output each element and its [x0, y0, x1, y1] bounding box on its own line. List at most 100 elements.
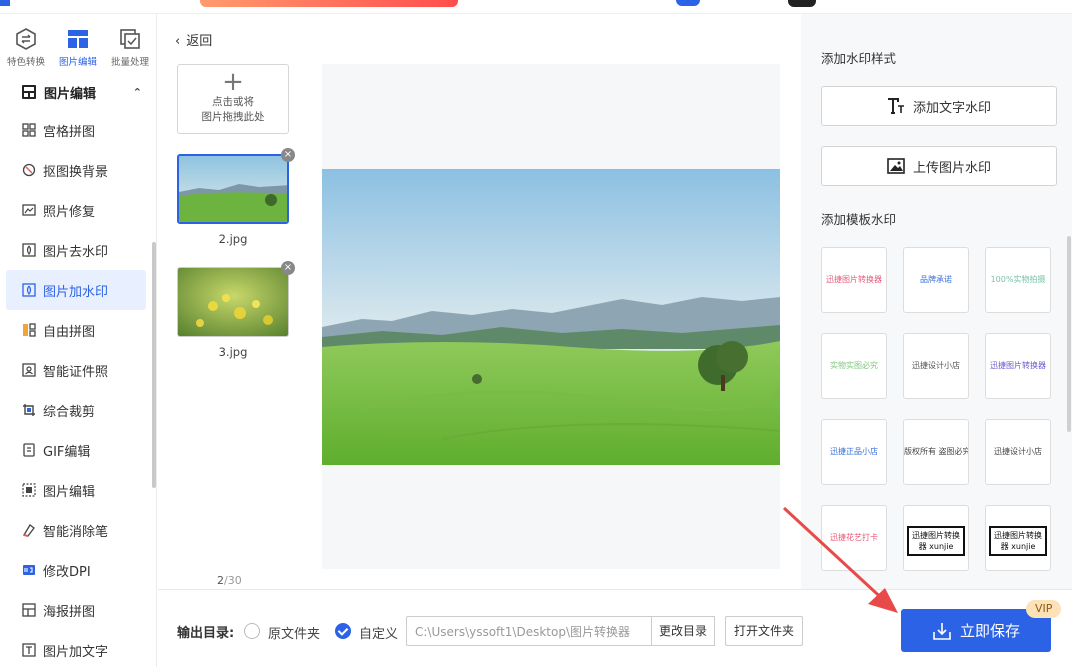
upload-image-watermark-label: 上传图片水印: [912, 160, 991, 176]
image-edit-section-icon: [22, 85, 36, 99]
template-watermark-text: 品牌承诺: [920, 275, 952, 284]
file-counter: 2/30: [217, 574, 242, 587]
section-image-edit[interactable]: 图片编辑 ⌃: [0, 74, 156, 110]
template-watermark-title: 添加模板水印: [821, 212, 897, 227]
template-watermark-tile[interactable]: 迅捷图片转换器 xunjie: [985, 505, 1051, 571]
tab-label: 批量处理: [110, 57, 149, 68]
template-watermark-tile[interactable]: 迅捷正品小店: [821, 419, 887, 485]
radio-original-folder[interactable]: [244, 623, 260, 639]
file-name: 2.jpg: [218, 232, 248, 246]
sidebar-item[interactable]: 图片加水印: [6, 270, 146, 310]
template-watermark-text: 版权所有 盗图必究: [904, 447, 968, 456]
sidebar-item[interactable]: 图片去水印: [6, 230, 146, 270]
app-logo: [0, 0, 10, 6]
image-edit-icon: [68, 30, 88, 48]
sidebar-item[interactable]: 照片修复: [6, 190, 146, 230]
crop-icon: [23, 404, 35, 416]
edit-icon: [22, 483, 36, 497]
top-header-strip: [0, 0, 1072, 14]
photo-icon: [22, 204, 36, 216]
dropzone-text-line1: 点击或将: [212, 96, 254, 108]
change-directory-button[interactable]: 更改目录: [652, 616, 715, 646]
header-icon-blue[interactable]: [676, 0, 700, 6]
tool-menu: 宫格拼图 抠图换背景照片修复图片去水印图片加水印自由拼图智能证件照综合裁剪 GIF编…: [0, 110, 156, 667]
template-watermark-text: 实物实图必究: [830, 361, 878, 370]
gif-icon: [23, 443, 35, 457]
thumbnail-image-flowers: [178, 268, 288, 336]
sidebar-item[interactable]: 抠图换背景: [6, 150, 146, 190]
sidebar-item[interactable]: 图片编辑: [6, 470, 146, 510]
file-thumbnail[interactable]: [177, 154, 289, 224]
sidebar-item-label: 图片去水印: [43, 244, 109, 260]
vip-badge: VIP: [1026, 600, 1062, 618]
sidebar-item[interactable]: 宫格拼图: [6, 110, 146, 150]
sidebar-item[interactable]: 智能证件照: [6, 350, 146, 390]
template-watermark-tile[interactable]: 100%实物拍摄: [985, 247, 1051, 313]
open-folder-button[interactable]: 打开文件夹: [725, 616, 803, 646]
header-icon-dark[interactable]: [788, 0, 816, 7]
radio-custom-folder[interactable]: [335, 623, 351, 639]
tab-batch[interactable]: 批量处理: [104, 14, 156, 74]
template-watermark-tile[interactable]: 迅捷图片转换器 xunjie: [903, 505, 969, 571]
eraser-icon: [22, 524, 35, 537]
right-panel-scrollbar[interactable]: [1067, 236, 1071, 432]
template-watermark-text: 100%实物拍摄: [990, 275, 1046, 284]
template-watermark-tile[interactable]: 迅捷设计小店: [903, 333, 969, 399]
upload-image-watermark-button[interactable]: 上传图片水印: [821, 146, 1057, 186]
sidebar-item[interactable]: 自由拼图: [6, 310, 146, 350]
sidebar-item-label: 海报拼图: [43, 604, 96, 620]
template-watermark-tile[interactable]: 版权所有 盗图必究: [903, 419, 969, 485]
counter-total: /30: [224, 574, 242, 587]
batch-icon: [120, 29, 140, 49]
poster-icon: [22, 603, 36, 617]
template-watermark-text: 迅捷图片转换器: [990, 361, 1046, 370]
sidebar-item[interactable]: 智能消除笔: [6, 510, 146, 550]
remove-file-icon[interactable]: ×: [281, 261, 295, 275]
template-watermark-tile[interactable]: 迅捷图片转换器: [821, 247, 887, 313]
template-watermark-tile[interactable]: 迅捷花艺打卡: [821, 505, 887, 571]
remove-file-icon[interactable]: ×: [281, 148, 295, 162]
template-watermark-tile[interactable]: 迅捷设计小店: [985, 419, 1051, 485]
template-watermark-tile[interactable]: 品牌承诺: [903, 247, 969, 313]
counter-current: 2: [217, 574, 224, 587]
preview-canvas[interactable]: [322, 64, 780, 569]
sidebar-item-label: 图片加水印: [43, 284, 109, 300]
template-watermark-tile[interactable]: 迅捷图片转换器: [985, 333, 1051, 399]
template-watermark-text: 迅捷图片转换器 xunjie: [907, 526, 965, 556]
sidebar-item-label: 智能证件照: [43, 364, 109, 380]
grid-icon: [22, 123, 36, 137]
text-icon: [22, 643, 36, 657]
plus-icon: +: [222, 67, 244, 97]
back-button[interactable]: ‹ 返回: [175, 30, 212, 49]
sidebar-item-label: 图片加文字: [43, 644, 109, 660]
remove-watermark-icon: [22, 243, 36, 257]
sidebar-item[interactable]: 修改DPI: [6, 550, 146, 590]
template-watermark-tile[interactable]: 实物实图必究: [821, 333, 887, 399]
image-icon: [887, 158, 905, 174]
tab-feature-convert[interactable]: 特色转换: [0, 14, 52, 74]
template-watermark-text: 迅捷正品小店: [830, 447, 878, 456]
sidebar-item[interactable]: 图片加文字: [6, 630, 146, 667]
template-watermark-text: 迅捷设计小店: [912, 361, 960, 370]
sidebar-item[interactable]: GIF编辑: [6, 430, 146, 470]
sidebar-item[interactable]: 综合裁剪: [6, 390, 146, 430]
add-text-watermark-button[interactable]: 添加文字水印: [821, 86, 1057, 126]
id-photo-icon: [22, 363, 36, 377]
tab-image-edit[interactable]: 图片编辑: [52, 14, 104, 74]
template-watermark-text: 迅捷设计小店: [994, 447, 1042, 456]
sidebar-item-label: 综合裁剪: [43, 404, 96, 420]
section-label: 图片编辑: [44, 86, 97, 102]
add-image-dropzone[interactable]: + 点击或将 图片拖拽此处: [177, 64, 289, 134]
category-tabs: 特色转换 图片编辑 批量处理: [0, 14, 156, 74]
file-thumbnail[interactable]: [177, 267, 289, 337]
promo-banner[interactable]: [200, 0, 458, 7]
watermark-panel: 添加水印样式 添加文字水印 上传图片水印 添加模板水印 迅捷图片转换器 品牌承诺 1…: [801, 14, 1072, 589]
watermark-style-title: 添加水印样式: [821, 51, 897, 66]
sidebar-item[interactable]: 海报拼图: [6, 590, 146, 630]
sidebar-scrollbar[interactable]: [152, 242, 156, 488]
output-path-input[interactable]: [406, 616, 652, 646]
left-sidebar: 特色转换 图片编辑 批量处理 图片编辑 ⌃ 宫格拼图 抠图换背景照片修复图片去水印…: [0, 14, 157, 667]
sidebar-item-label: 照片修复: [43, 204, 96, 220]
tab-label: 图片编辑: [58, 57, 97, 68]
chevron-up-icon[interactable]: ⌃: [133, 86, 142, 99]
